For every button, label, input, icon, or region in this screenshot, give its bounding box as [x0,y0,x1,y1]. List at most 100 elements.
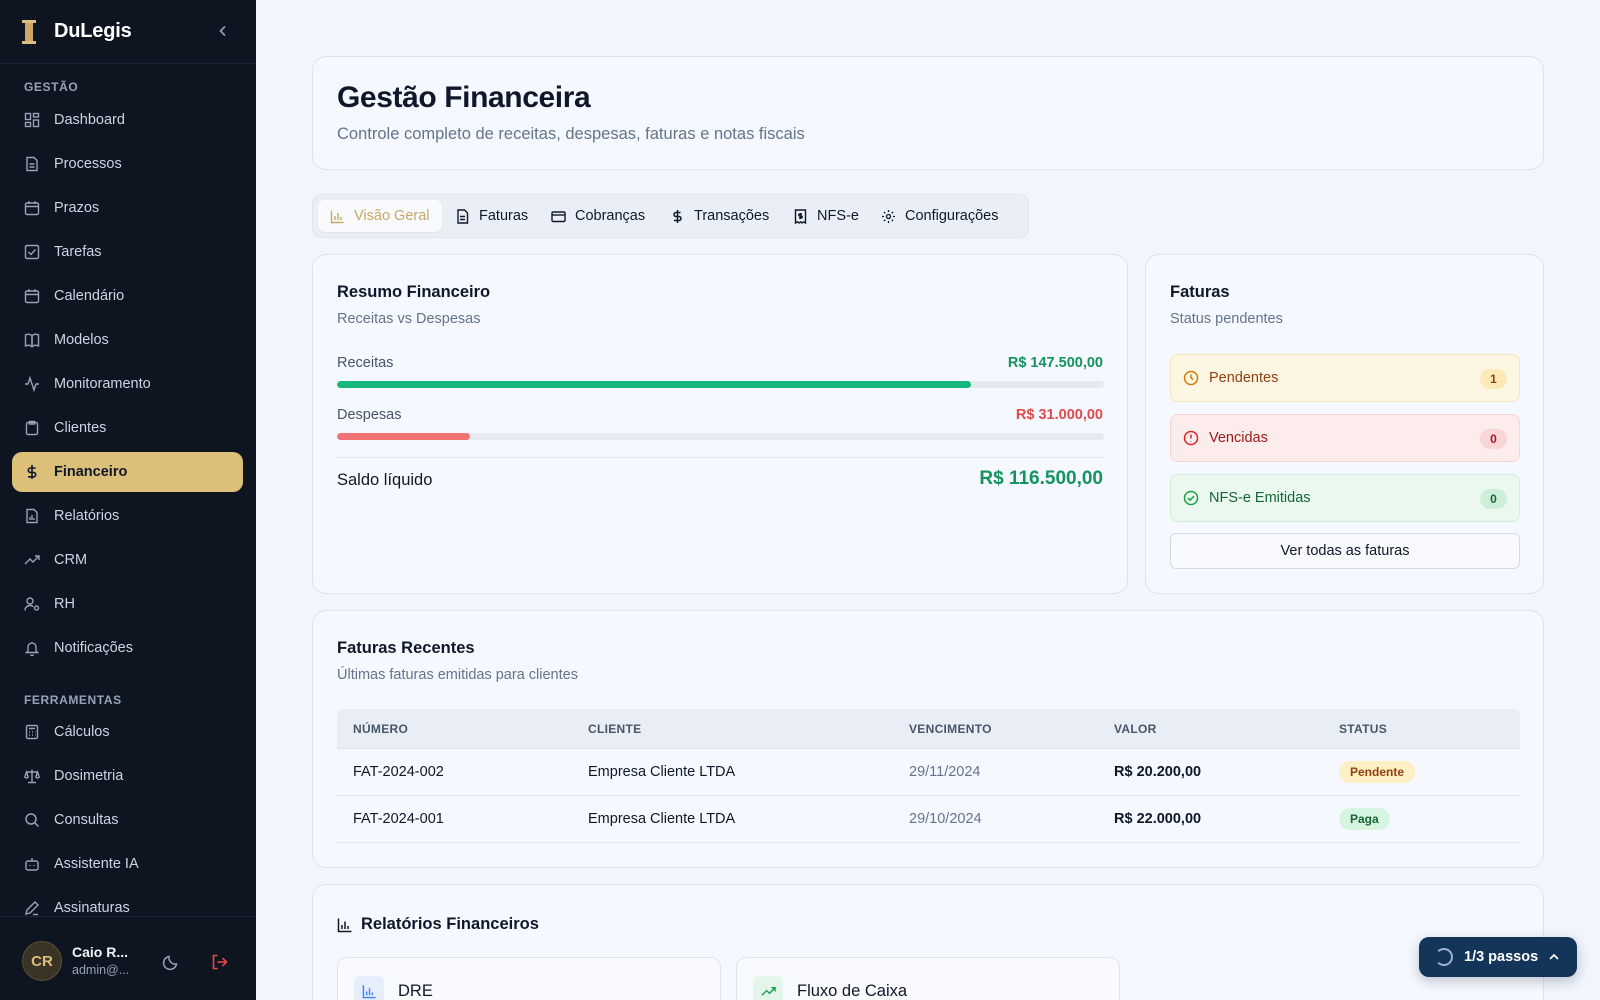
cell-numero: FAT-2024-001 [353,811,444,827]
sidebar-item-calendario[interactable]: Calendário [12,276,243,316]
ver-todas-faturas-button[interactable]: Ver todas as faturas [1170,533,1520,569]
tab-transacoes[interactable]: Transações [658,200,781,232]
faturas-recentes-card: Faturas Recentes Últimas faturas emitida… [312,610,1544,868]
sidebar-item-tarefas[interactable]: Tarefas [12,232,243,272]
avatar[interactable]: CR [22,941,62,981]
report-card-label: DRE [398,982,433,1000]
tab-cobrancas[interactable]: Cobranças [539,200,657,232]
sidebar-item-assistente-ia[interactable]: Assistente IA [12,844,243,884]
status-vencidas[interactable]: Vencidas 0 [1170,414,1520,462]
status-count: 1 [1480,369,1507,389]
status-label: NFS-e Emitidas [1209,490,1311,506]
sidebar-item-notificacoes[interactable]: Notificações [12,628,243,668]
cell-cliente: Empresa Cliente LTDA [588,811,736,827]
sidebar-item-relatorios[interactable]: Relatórios [12,496,243,536]
cell-numero: FAT-2024-002 [353,764,444,780]
tab-bar: Visão Geral Faturas Cobranças Transações… [312,194,1029,238]
sidebar-item-financeiro[interactable]: Financeiro [12,452,243,492]
calculator-icon [25,724,39,740]
sidebar-item-label: Assistente IA [54,856,139,872]
sidebar-item-monitoramento[interactable]: Monitoramento [12,364,243,404]
tab-label: Cobranças [575,208,646,224]
tab-nfse[interactable]: NFS-e [781,200,871,232]
sidebar-item-dashboard[interactable]: Dashboard [12,100,243,140]
sidebar-item-rh[interactable]: RH [12,584,243,624]
tab-label: NFS-e [817,208,859,224]
sidebar-item-label: Tarefas [54,244,102,260]
cell-valor: R$ 20.200,00 [1114,764,1202,780]
cell-vencimento: 29/10/2024 [909,811,982,827]
scale-icon [24,769,40,784]
sidebar-item-clientes[interactable]: Clientes [12,408,243,448]
sidebar-item-label: Monitoramento [54,376,151,392]
collapse-sidebar-button[interactable] [214,22,232,40]
page-subtitle: Controle completo de receitas, despesas,… [337,125,805,143]
file-icon [26,156,38,172]
receitas-bar-fill [337,381,971,388]
sidebar-item-processos[interactable]: Processos [12,144,243,184]
calendar-icon [24,201,40,216]
status-pendentes[interactable]: Pendentes 1 [1170,354,1520,402]
clipboard-icon [25,420,39,436]
page-title: Gestão Financeira [337,81,591,114]
dollar-icon [27,465,37,479]
sidebar-item-modelos[interactable]: Modelos [12,320,243,360]
tab-faturas[interactable]: Faturas [443,200,540,232]
sidebar-item-label: Prazos [54,200,100,216]
report-card-icon-wrap [354,976,384,1000]
bar-chart-icon [330,210,344,223]
loading-spinner-icon [1435,948,1453,966]
sidebar-item-label: Relatórios [54,508,120,524]
column-header-vencimento: VENCIMENTO [909,722,992,736]
sidebar-item-label: Processos [54,156,122,172]
onboarding-steps-button[interactable]: 1/3 passos [1419,937,1577,977]
trending-up-icon [24,555,40,565]
dashboard-icon [24,112,40,128]
activity-icon [25,376,39,392]
receipt-icon [794,208,807,224]
divider [337,457,1104,458]
card-title: Faturas [1170,283,1230,301]
user-panel: CR Caio R... admin@... [0,916,256,1000]
tab-configuracoes[interactable]: Configurações [869,200,1011,232]
report-card-fluxo-de-caixa[interactable]: Fluxo de Caixa [736,957,1120,1000]
calendar-icon [24,289,40,304]
sidebar-item-label: Consultas [54,812,119,828]
report-card-dre[interactable]: DRE [337,957,721,1000]
status-label: Pendentes [1209,370,1279,386]
tab-visao-geral[interactable]: Visão Geral [318,200,442,232]
tab-label: Visão Geral [354,208,430,224]
bar-chart-icon [362,984,376,998]
table-row[interactable]: FAT-2024-001 Empresa Cliente LTDA 29/10/… [337,796,1520,843]
saldo-label: Saldo líquido [337,471,433,489]
sidebar-item-label: Financeiro [54,464,128,480]
column-header-valor: VALOR [1114,722,1157,736]
search-icon [25,813,40,828]
sidebar-item-dosimetria[interactable]: Dosimetria [12,756,243,796]
logout-icon[interactable] [210,953,228,971]
sidebar-item-label: Notificações [54,640,133,656]
status-nfse-emitidas[interactable]: NFS-e Emitidas 0 [1170,474,1520,522]
sidebar-item-crm[interactable]: CRM [12,540,243,580]
brand-name: DuLegis [54,20,132,42]
relatorios-financeiros-card: Relatórios Financeiros DRE Fluxo de Caix… [312,884,1544,1000]
sidebar-item-prazos[interactable]: Prazos [12,188,243,228]
bar-chart-icon [337,918,352,933]
user-name: Caio R... [72,944,129,960]
card-title: Resumo Financeiro [337,283,491,301]
status-count: 0 [1480,429,1507,449]
sidebar-item-consultas[interactable]: Consultas [12,800,243,840]
section-title-gestao: GESTÃO [24,80,79,94]
check-circle-icon [1183,490,1199,506]
sidebar-item-label: Modelos [54,332,109,348]
sidebar-item-label: Dosimetria [54,768,124,784]
status-label: Vencidas [1209,430,1268,446]
page-header: Gestão Financeira Controle completo de r… [312,56,1544,170]
checkbox-icon [24,244,40,260]
chevron-up-icon [1549,953,1559,960]
table-row[interactable]: FAT-2024-002 Empresa Cliente LTDA 29/11/… [337,749,1520,796]
sidebar-item-label: Cálculos [54,724,110,740]
moon-icon[interactable] [162,953,180,971]
sidebar-item-calculos[interactable]: Cálculos [12,712,243,752]
report-card-label: Fluxo de Caixa [797,982,908,1000]
